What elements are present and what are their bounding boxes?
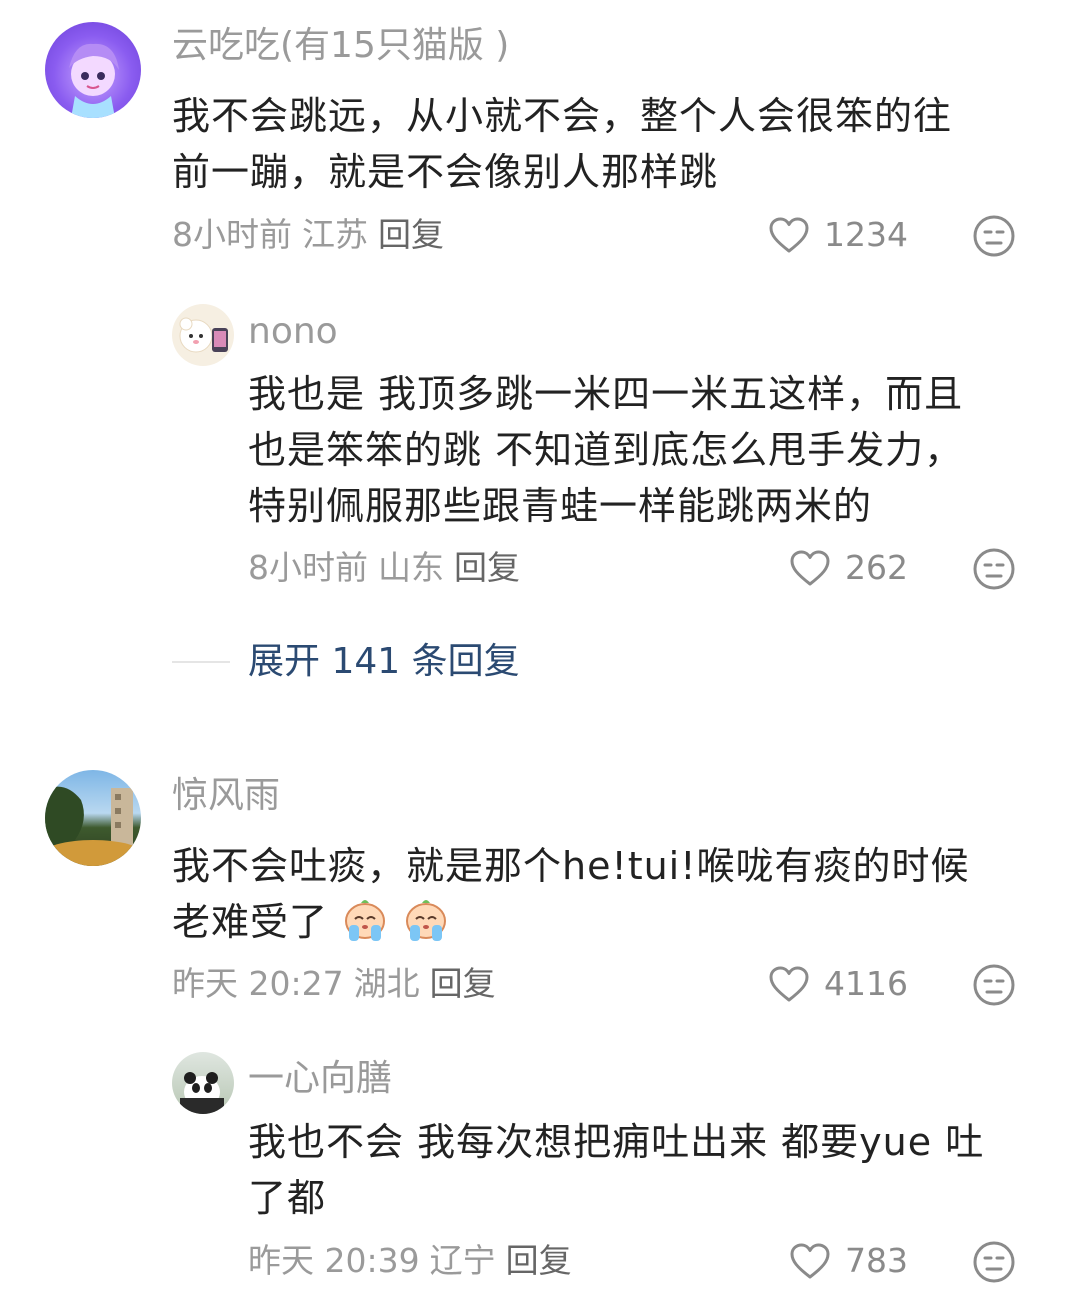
like-button[interactable]: 783 bbox=[789, 1241, 908, 1281]
timestamp: 昨天 20:27 bbox=[172, 964, 344, 1003]
username[interactable]: 惊风雨 bbox=[172, 774, 280, 818]
reply-button[interactable]: 回复 bbox=[378, 215, 444, 254]
like-button[interactable]: 262 bbox=[789, 548, 908, 588]
reply-meta: 8小时前 山东 回复 bbox=[248, 548, 520, 588]
location: 山东 bbox=[378, 548, 444, 587]
timestamp: 8小时前 bbox=[248, 548, 368, 587]
heart-outline-icon bbox=[769, 217, 809, 253]
reply-button[interactable]: 回复 bbox=[454, 548, 520, 587]
reply-text-line: 我也不会 我每次想把痈吐出来 都要yue 吐 bbox=[248, 1120, 985, 1164]
meh-face-icon[interactable] bbox=[972, 547, 1016, 591]
like-count: 783 bbox=[845, 1241, 908, 1280]
location: 湖北 bbox=[353, 964, 420, 1003]
timestamp: 8小时前 bbox=[172, 215, 292, 254]
avatar[interactable] bbox=[45, 22, 141, 118]
reply-meta: 昨天 20:39 辽宁 回复 bbox=[248, 1241, 572, 1281]
avatar[interactable] bbox=[172, 1052, 234, 1114]
reply-text-line: 也是笨笨的跳 不知道到底怎么甩手发力， bbox=[248, 428, 964, 472]
location: 辽宁 bbox=[429, 1241, 496, 1280]
comment-text: 我不会吐痰，就是那个he!tui!喉咙有痰的时候 老难受了 bbox=[172, 838, 1032, 950]
cartoon-girl-avatar-icon bbox=[69, 43, 119, 118]
reply-text-line: 我也是 我顶多跳一米四一米五这样，而且 bbox=[248, 372, 964, 416]
username[interactable]: nono bbox=[248, 310, 338, 354]
location: 江苏 bbox=[302, 215, 368, 254]
username[interactable]: 一心向膳 bbox=[248, 1057, 392, 1101]
meh-face-icon[interactable] bbox=[972, 214, 1016, 258]
reply-text: 我也不会 我每次想把痈吐出来 都要yue 吐 了都 bbox=[248, 1114, 1038, 1226]
comment-meta: 昨天 20:27 湖北 回复 bbox=[172, 964, 496, 1004]
comment-text-segment: 老难受了 bbox=[172, 900, 329, 944]
reply-text-line: 了都 bbox=[248, 1176, 327, 1220]
divider bbox=[172, 661, 230, 663]
like-count: 4116 bbox=[824, 964, 908, 1003]
heart-outline-icon bbox=[769, 966, 809, 1002]
like-button[interactable]: 4116 bbox=[768, 964, 908, 1004]
cartoon-bear-avatar-icon bbox=[179, 317, 228, 353]
reply-button[interactable]: 回复 bbox=[506, 1241, 572, 1280]
reply-button[interactable]: 回复 bbox=[430, 964, 496, 1003]
crying-emoji-icon bbox=[406, 900, 447, 941]
like-count: 262 bbox=[845, 548, 908, 587]
like-count: 1234 bbox=[824, 215, 908, 254]
comment-text-line: 我不会跳远，从小就不会，整个人会很笨的往 bbox=[172, 94, 953, 138]
meh-face-icon[interactable] bbox=[972, 1240, 1016, 1284]
avatar[interactable] bbox=[45, 770, 141, 866]
like-button[interactable]: 1234 bbox=[768, 215, 908, 255]
timestamp: 昨天 20:39 bbox=[248, 1241, 420, 1280]
heart-outline-icon bbox=[790, 1243, 830, 1279]
comment-text-line: 我不会吐痰，就是那个he!tui!喉咙有痰的时候 bbox=[172, 844, 970, 888]
comment-text: 我不会跳远，从小就不会，整个人会很笨的往 前一蹦，就是不会像别人那样跳 bbox=[172, 88, 1032, 200]
comment-text-line: 前一蹦，就是不会像别人那样跳 bbox=[172, 150, 719, 194]
avatar[interactable] bbox=[172, 304, 234, 366]
username[interactable]: 云吃吃(有15只猫版 ) bbox=[172, 24, 509, 68]
expand-replies-label[interactable]: 展开 141 条回复 bbox=[248, 640, 520, 684]
meh-face-icon[interactable] bbox=[972, 963, 1016, 1007]
comment-meta: 8小时前 江苏 回复 bbox=[172, 215, 444, 255]
crying-emoji-icon bbox=[345, 900, 386, 941]
comment-text-line: 老难受了 bbox=[172, 894, 1032, 950]
tree-sky-photo-avatar-icon bbox=[45, 786, 141, 866]
reply-text-line: 特别佩服那些跟青蛙一样能跳两米的 bbox=[248, 484, 873, 528]
reply-text: 我也是 我顶多跳一米四一米五这样，而且 也是笨笨的跳 不知道到底怎么甩手发力， … bbox=[248, 366, 1038, 534]
expand-replies-button[interactable]: 展开 141 条回复 bbox=[172, 640, 520, 684]
panda-photo-avatar-icon bbox=[180, 1072, 224, 1114]
heart-outline-icon bbox=[790, 550, 830, 586]
